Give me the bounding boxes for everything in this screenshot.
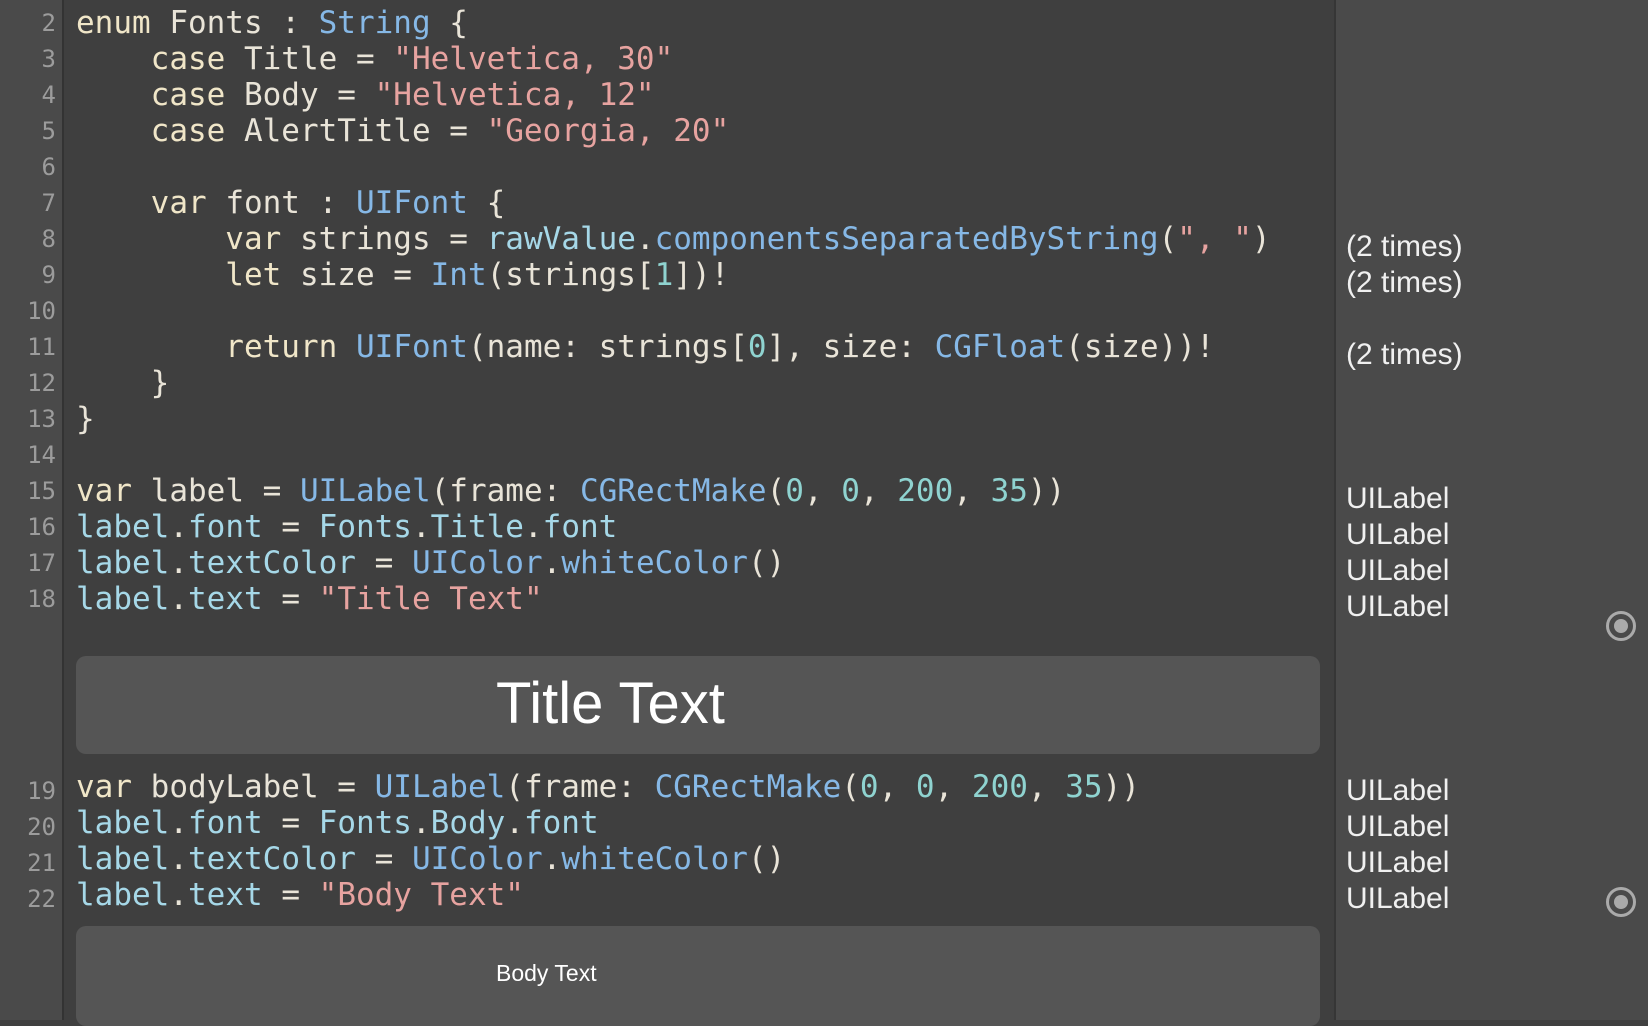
playground-window: 2 3 4 5 6 7 8 9 10 11 12 13 14 15 16 17 … bbox=[0, 0, 1648, 1026]
result-value: (2 times) bbox=[1346, 230, 1463, 263]
line-number: 12 bbox=[27, 369, 56, 397]
code-line[interactable]: label.font = Fonts.Body.font bbox=[76, 804, 599, 842]
line-number-gutter: 2 3 4 5 6 7 8 9 10 11 12 13 14 15 16 17 … bbox=[0, 0, 64, 1020]
line-number: 9 bbox=[41, 261, 56, 289]
result-value: UILabel bbox=[1346, 882, 1450, 915]
result-value: UILabel bbox=[1346, 482, 1450, 515]
line-number: 8 bbox=[41, 225, 56, 253]
line-number: 21 bbox=[27, 849, 56, 877]
line-number: 18 bbox=[27, 585, 56, 613]
code-line[interactable]: case AlertTitle = "Georgia, 20" bbox=[76, 112, 730, 150]
line-number: 6 bbox=[41, 153, 56, 181]
line-number: 14 bbox=[27, 441, 56, 469]
result-value: UILabel bbox=[1346, 518, 1450, 551]
code-line[interactable]: var bodyLabel = UILabel(frame: CGRectMak… bbox=[76, 768, 1140, 806]
code-line[interactable]: return UIFont(name: strings[0], size: CG… bbox=[76, 328, 1214, 366]
line-number: 19 bbox=[27, 777, 56, 805]
code-line[interactable]: label.textColor = UIColor.whiteColor() bbox=[76, 840, 785, 878]
code-line[interactable]: case Body = "Helvetica, 12" bbox=[76, 76, 655, 114]
preview-title-text: Title Text bbox=[496, 671, 725, 736]
line-number: 10 bbox=[27, 297, 56, 325]
quick-look-icon[interactable] bbox=[1606, 611, 1636, 641]
quick-look-icon[interactable] bbox=[1606, 887, 1636, 917]
result-value: UILabel bbox=[1346, 774, 1450, 807]
result-value: (2 times) bbox=[1346, 338, 1463, 371]
result-value: UILabel bbox=[1346, 554, 1450, 587]
code-line[interactable]: var label = UILabel(frame: CGRectMake(0,… bbox=[76, 472, 1065, 510]
result-value: UILabel bbox=[1346, 846, 1450, 879]
line-number: 5 bbox=[41, 117, 56, 145]
line-number: 22 bbox=[27, 885, 56, 913]
line-number: 2 bbox=[41, 9, 56, 37]
line-number: 20 bbox=[27, 813, 56, 841]
code-line[interactable]: label.font = Fonts.Title.font bbox=[76, 508, 617, 546]
code-line[interactable]: } bbox=[76, 364, 170, 402]
line-number: 4 bbox=[41, 81, 56, 109]
line-number: 16 bbox=[27, 513, 56, 541]
preview-body-text: Body Text bbox=[496, 960, 597, 986]
result-value: UILabel bbox=[1346, 810, 1450, 843]
code-line[interactable]: var font : UIFont { bbox=[76, 184, 506, 222]
title-label-preview: Title Text bbox=[76, 656, 1320, 754]
code-line[interactable]: label.text = "Body Text" bbox=[76, 876, 524, 914]
line-number: 15 bbox=[27, 477, 56, 505]
line-number: 7 bbox=[41, 189, 56, 217]
line-number: 13 bbox=[27, 405, 56, 433]
line-number: 3 bbox=[41, 45, 56, 73]
code-line[interactable]: } bbox=[76, 400, 95, 438]
code-line[interactable]: case Title = "Helvetica, 30" bbox=[76, 40, 674, 78]
code-line[interactable]: enum Fonts : String { bbox=[76, 4, 468, 42]
result-value: (2 times) bbox=[1346, 266, 1463, 299]
result-value: UILabel bbox=[1346, 590, 1450, 623]
code-line[interactable]: let size = Int(strings[1])! bbox=[76, 256, 729, 294]
code-line[interactable]: label.textColor = UIColor.whiteColor() bbox=[76, 544, 785, 582]
code-line[interactable]: label.text = "Title Text" bbox=[76, 580, 543, 618]
line-number: 11 bbox=[27, 333, 56, 361]
body-label-preview: Body Text bbox=[76, 926, 1320, 1026]
line-number: 17 bbox=[27, 549, 56, 577]
code-line[interactable]: var strings = rawValue.componentsSeparat… bbox=[76, 220, 1270, 258]
